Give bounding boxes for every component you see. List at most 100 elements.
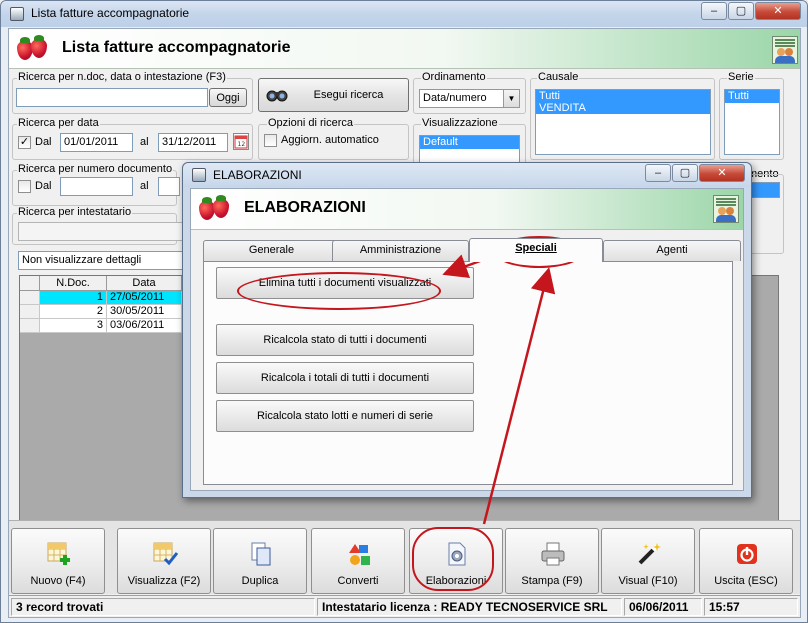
ordering-value: Data/numero [423,92,487,104]
serie-listbox[interactable]: Tutti [724,89,780,155]
visual-button[interactable]: Visual (F10) [601,528,695,594]
binoculars-icon [266,88,288,102]
minimize-icon[interactable]: – [645,164,671,182]
table-row-number[interactable]: 3 [40,319,107,333]
causale-label: Causale [537,71,580,83]
dialog-title: ELABORAZIONI [213,168,302,182]
new-button[interactable]: Nuovo (F4) [11,528,105,594]
minimize-icon[interactable]: – [701,2,727,20]
users-icon[interactable] [713,195,739,223]
print-button[interactable]: Stampa (F9) [505,528,599,594]
new-button-label: Nuovo (F4) [30,575,86,587]
search-date-label: Ricerca per data [17,117,100,129]
chevron-down-icon[interactable]: ▼ [503,90,519,107]
duplicate-icon [251,542,271,566]
printer-icon [541,542,565,566]
duplicate-button[interactable]: Duplica [213,528,307,594]
date-to-label: al [140,136,149,148]
title-bar: Lista fatture accompagnatorie – ▢ ✕ [1,1,807,27]
view-label: Visualizzazione [421,117,499,129]
elaborations-dialog: ELABORAZIONI – ▢ ✕ ELABORAZIONI Generale… [182,162,752,498]
svg-text:12: 12 [238,141,246,148]
ordering-label: Ordinamento [421,71,487,83]
convert-icon [349,544,370,565]
convert-button[interactable]: Converti [311,528,405,594]
row-indicator[interactable] [20,291,40,305]
view-button-label: Visualizza (F2) [127,575,201,587]
search-doc-label: Ricerca per n.doc, data o intestazione (… [17,71,227,83]
ordering-select[interactable]: Data/numero ▼ [419,89,520,108]
calendar-icon[interactable]: 12 [233,133,249,150]
view-document-icon [153,542,178,566]
view-option[interactable]: Default [420,136,519,149]
new-document-icon [47,542,70,565]
dialog-header-title: ELABORAZIONI [244,199,366,216]
number-to-label: al [140,180,149,192]
magic-wand-icon [638,543,661,565]
today-button[interactable]: Oggi [209,88,247,107]
exit-button-label: Uscita (ESC) [714,575,778,587]
power-icon [737,544,757,564]
serie-label: Serie [727,71,755,83]
causale-option[interactable]: Tutti [536,90,710,102]
duplicate-button-label: Duplica [241,575,279,587]
annotation-ring-delete [237,272,441,310]
visual-button-label: Visual (F10) [618,575,678,587]
date-to-input[interactable]: 31/12/2011 [158,133,228,152]
maximize-icon[interactable]: ▢ [672,164,698,182]
window-title: Lista fatture accompagnatorie [31,6,190,20]
status-time: 15:57 [704,598,798,616]
causale-listbox[interactable]: Tutti VENDITA [535,89,711,155]
column-header-date[interactable]: Data [107,276,182,291]
number-to-input[interactable] [158,177,180,196]
tab-amministrazione[interactable]: Amministrazione [332,240,469,261]
convert-button-label: Converti [337,575,379,587]
holder-input[interactable] [18,222,186,241]
view-listbox[interactable]: Default [419,135,520,165]
row-indicator[interactable] [20,305,40,319]
auto-update-label: Aggiorn. automatico [281,134,379,146]
date-filter-checkbox[interactable]: ✓ [18,136,31,149]
license-holder: Intestatario licenza : READY TECNOSERVIC… [317,598,622,616]
page-title: Lista fatture accompagnatorie [62,39,291,56]
record-count: 3 record trovati [11,598,315,616]
close-icon[interactable]: ✕ [755,2,801,20]
search-holder-label: Ricerca per intestatario [17,206,133,218]
page-header: Lista fatture accompagnatorie [9,29,800,69]
details-dropdown[interactable]: Non visualizzare dettagli [18,251,188,270]
table-row-number[interactable]: 2 [40,305,107,319]
execute-search-label: Esegui ricerca [313,89,384,101]
exit-button[interactable]: Uscita (ESC) [699,528,793,594]
column-header-number[interactable]: N.Doc. [40,276,107,291]
table-row-date[interactable]: 27/05/2011 [107,291,182,305]
bottom-toolbar: Nuovo (F4) Visualizza (F2) Duplica Conve… [9,520,800,594]
row-indicator[interactable] [20,319,40,333]
users-icon[interactable] [772,36,798,64]
dialog-client: ELABORAZIONI Generale Amministrazione Sp… [190,188,744,491]
recalc-status-button[interactable]: Ricalcola stato di tutti i documenti [216,324,474,356]
view-button[interactable]: Visualizza (F2) [117,528,211,594]
table-row-date[interactable]: 30/05/2011 [107,305,182,319]
number-filter-checkbox[interactable] [18,180,31,193]
recalc-totals-button[interactable]: Ricalcola i totali di tutti i documenti [216,362,474,394]
recalc-lots-button[interactable]: Ricalcola stato lotti e numeri di serie [216,400,474,432]
tab-speciali[interactable]: Speciali [469,238,603,262]
date-from-label: Dal [35,136,52,148]
app-icon [10,7,24,21]
app-icon [192,168,206,182]
number-from-input[interactable] [60,177,133,196]
search-doc-input[interactable] [16,88,208,107]
serie-option[interactable]: Tutti [725,90,779,103]
table-row-date[interactable]: 03/06/2011 [107,319,182,333]
tab-agenti[interactable]: Agenti [603,240,741,261]
execute-search-button[interactable]: Esegui ricerca [258,78,409,112]
maximize-icon[interactable]: ▢ [728,2,754,20]
auto-update-checkbox[interactable] [264,134,277,147]
close-icon[interactable]: ✕ [699,164,745,182]
table-row-number[interactable]: 1 [40,291,107,305]
tab-generale[interactable]: Generale [203,240,340,261]
causale-option[interactable]: VENDITA [536,102,710,114]
number-from-label: Dal [35,180,52,192]
date-from-input[interactable]: 01/01/2011 [60,133,133,152]
print-button-label: Stampa (F9) [521,575,583,587]
